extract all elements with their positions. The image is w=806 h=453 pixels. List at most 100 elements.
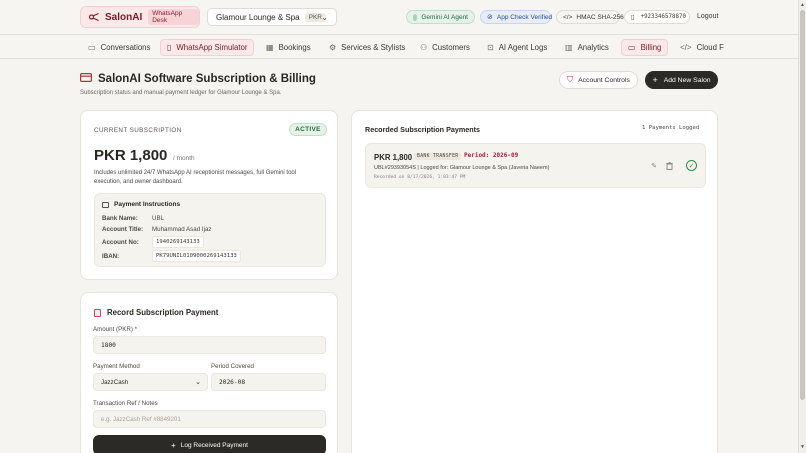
record-payment-title: Record Subscription Payment [94,308,218,317]
account-no-label: Account No: [102,238,139,246]
chevron-down-icon: ⌄ [321,13,328,22]
card-icon: ▭ [628,43,636,52]
tab-services-stylists[interactable]: ⚙ Services & Stylists [323,39,411,56]
hmac-status-pill: </> HMAC SHA-256 [556,10,624,24]
phone-pill: ▯ +923346578870 [624,10,690,24]
gemini-status-label: Gemini AI Agent [421,13,468,21]
list-item: PKR 1,800 BANK TRANSFER Period: 2026-09 … [365,143,706,188]
edit-icon[interactable]: ✎ [649,161,659,171]
receipt-icon [94,308,101,317]
bar-chart-icon: ▥ [565,43,573,52]
brand-logo[interactable]: SalonAI WhatsApp Desk [80,6,200,28]
salon-name: Glamour Lounge & Spa [216,12,300,22]
tab-billing[interactable]: ▭ Billing [621,39,669,56]
payment-instructions: Payment Instructions Bank Name: UBL Acco… [94,193,326,267]
iban-label: IBAN: [102,252,120,260]
card-icon [102,201,109,208]
payment-method-value: JazzCash [101,378,129,386]
method-label: Payment Method [93,363,140,370]
payments-card: Recorded Subscription Payments 1 Payment… [351,110,718,453]
instructions-title: Payment Instructions [102,201,180,208]
gear-icon: ⚙ [329,43,337,52]
bank-name-label: Bank Name: [102,215,138,222]
subscription-label: CURRENT SUBSCRIPTION [94,127,182,134]
page-title: SalonAI Software Subscription & Billing [80,73,316,85]
payments-title: Recorded Subscription Payments [365,125,481,134]
code-icon: </> [563,13,573,21]
account-title-label: Account Title: [102,226,144,233]
account-controls-button[interactable]: ⛉ Account Controls [559,71,638,89]
tab-label: Conversations [100,43,151,52]
instructions-title-text: Payment Instructions [114,201,181,208]
ref-input[interactable]: e.g. JazzCash Ref #8849201 [93,410,326,428]
logout-link[interactable]: Logout [697,13,718,20]
account-title-row: Account Title: Muhammad Asad Ijaz [102,226,212,233]
trash-icon[interactable] [664,161,674,171]
subscription-card: CURRENT SUBSCRIPTION ACTIVE PKR 1,800 / … [80,110,338,280]
account-title-value: Muhammad Asad Ijaz [152,226,212,233]
subscription-price: PKR 1,800 [94,147,168,164]
bot-icon: ⊡ [487,43,494,52]
tab-label: Cloud F [696,43,724,52]
tab-customers[interactable]: ⚇ Customers [414,39,476,56]
log-payment-button[interactable]: + Log Received Payment [93,435,326,453]
users-icon: ⚇ [420,43,428,52]
record-payment-card: Record Subscription Payment Amount (PKR)… [80,292,338,453]
scrollbar[interactable]: ▲ ▼ [798,0,806,453]
period-input[interactable]: 2026-08 [211,373,326,391]
chat-icon: ▭ [88,43,96,52]
add-salon-button[interactable]: + Add New Salon [645,71,718,89]
tab-ai-agent-logs[interactable]: ⊡ AI Agent Logs [481,39,553,56]
scroll-down-icon[interactable]: ▼ [800,444,805,450]
hmac-status-label: HMAC SHA-256 [576,13,624,21]
tab-label: Analytics [577,43,609,52]
phone-icon: ▯ [167,43,172,52]
brand-tag: WhatsApp Desk [148,9,199,25]
tab-label: Bookings [278,43,311,52]
phone-icon: ▯ [631,14,635,21]
tab-label: WhatsApp Simulator [176,43,248,52]
payment-recorded-at: Recorded on 8/17/2026, 1:03:47 PM [374,175,466,180]
period-label: Period Covered [211,363,254,370]
bank-name-row: Bank Name: UBL [102,215,164,222]
tab-label: Billing [640,43,662,52]
price-unit: / month [173,155,195,162]
page-subtitle: Subscription status and manual payment l… [80,90,282,96]
tab-label: Services & Stylists [341,43,406,52]
iban-value[interactable]: PK79UNIL0109000269143133 [152,250,241,262]
account-no-value[interactable]: 1940269143133 [152,236,204,248]
payment-method-select[interactable]: JazzCash ⌄ [93,373,208,391]
plus-icon: + [171,440,176,450]
tab-cloud-functions[interactable]: </> Cloud F [674,39,730,56]
scroll-thumb[interactable] [800,10,805,400]
code-icon: </> [680,43,692,52]
scissors-icon [89,13,99,21]
payment-method-badge: BANK TRANSFER [414,153,462,160]
ref-label: Transaction Ref / Notes [93,400,158,407]
tab-whatsapp-simulator[interactable]: ▯ WhatsApp Simulator [160,39,255,56]
calendar-icon: ▦ [266,43,274,52]
tab-label: AI Agent Logs [498,43,548,52]
phone-number: +923346578870 [640,14,686,20]
chevron-down-icon: ⌄ [195,379,201,386]
credit-card-icon [80,73,93,85]
gemini-status-pill: Gemini AI Agent [406,10,475,24]
account-no-row: Account No: 1940269143133 [102,236,204,248]
payment-amount: PKR 1,800 [374,153,413,162]
appcheck-status-pill: ⊘ App Check Verified [480,10,552,24]
top-header: SalonAI WhatsApp Desk Glamour Lounge & S… [0,0,798,35]
bank-name-value: UBL [152,215,165,222]
tab-bookings[interactable]: ▦ Bookings [260,39,317,56]
status-badge: ACTIVE [289,123,327,136]
verified-check-icon[interactable]: ✓ [686,160,697,171]
tab-conversations[interactable]: ▭ Conversations [82,39,156,56]
log-payment-label: Log Received Payment [180,441,248,449]
check-circle-icon: ⊘ [487,14,493,21]
payment-details: UBL#29393054S | Logged for: Glamour Loun… [374,165,550,171]
amount-input[interactable]: 1800 [93,336,326,354]
scroll-up-icon[interactable]: ▲ [800,2,805,8]
salon-selector[interactable]: Glamour Lounge & Spa PKR ⌄ [207,8,337,26]
iban-row: IBAN: PK79UNIL0109000269143133 [102,250,241,262]
page-title-text: SalonAI Software Subscription & Billing [98,73,316,85]
tab-analytics[interactable]: ▥ Analytics [559,39,615,56]
